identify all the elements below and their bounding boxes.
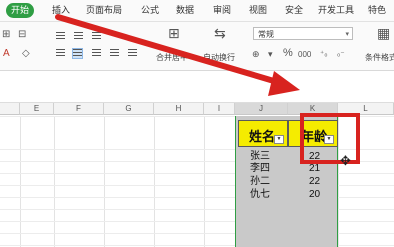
annotation-arrow-icon (55, 14, 300, 96)
